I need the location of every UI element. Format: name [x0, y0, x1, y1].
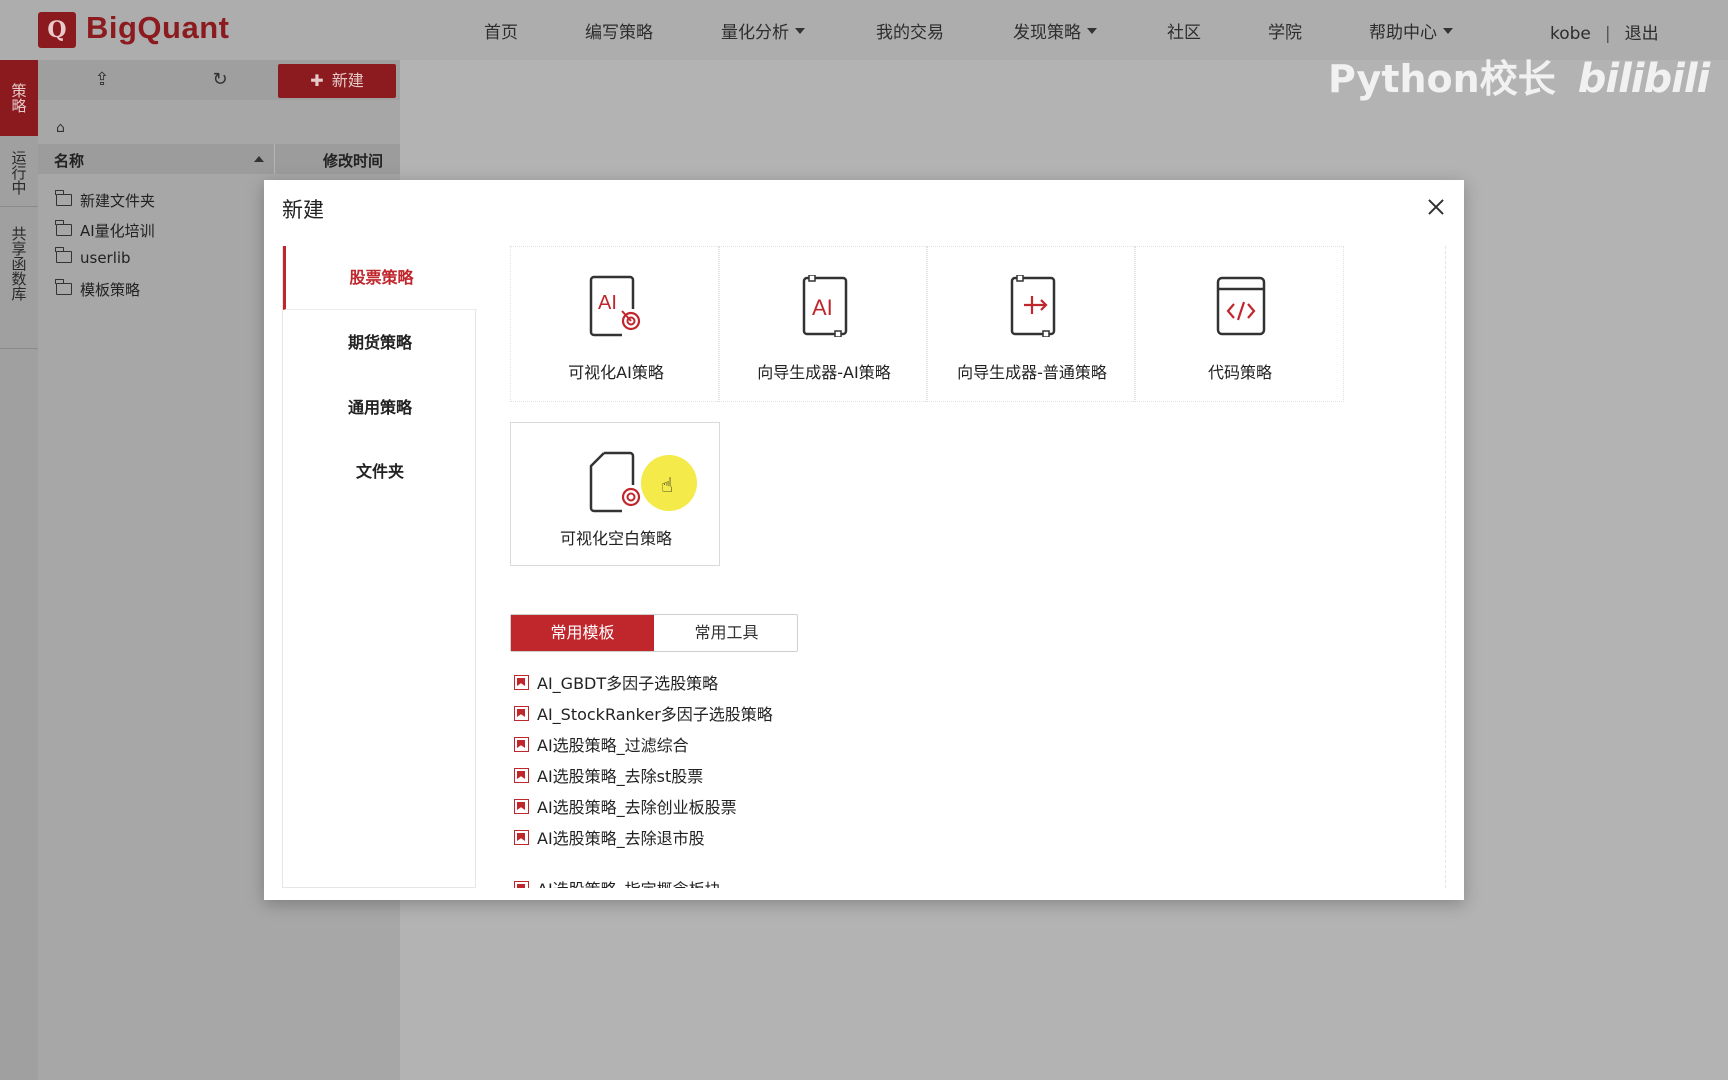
username-link[interactable]: kobe — [1550, 24, 1591, 44]
file-row[interactable]: userlib — [55, 246, 131, 267]
ai-wizard-icon: AI — [802, 275, 848, 337]
category-folder[interactable]: 文件夹 — [283, 440, 477, 504]
template-item[interactable]: AI选股策略_去除退市股 — [514, 825, 705, 849]
tab-common-templates[interactable]: 常用模板 — [511, 615, 654, 651]
card-visual-ai[interactable]: AI 可视化AI策略 — [510, 246, 720, 402]
svg-text:AI: AI — [598, 292, 617, 314]
new-button[interactable]: ✚ 新建 — [278, 64, 396, 98]
bookmark-icon — [514, 830, 529, 845]
card-visual-blank[interactable]: ☝ 可视化空白策略 — [510, 422, 720, 566]
user-separator: | — [1604, 24, 1611, 44]
user-area: kobe | 退出 — [1550, 19, 1659, 44]
home-icon[interactable]: ⌂ — [56, 120, 65, 136]
file-list-header: 名称 修改时间 — [38, 144, 400, 174]
strategy-content: AI 可视化AI策略 AI 向导生成器-AI策略 向导生成器-普通策略 代码策略… — [510, 246, 1446, 888]
code-icon — [1216, 276, 1266, 336]
close-icon[interactable] — [1424, 196, 1448, 220]
nav-home[interactable]: 首页 — [484, 18, 518, 43]
nav-quant-analysis[interactable]: 量化分析 — [721, 18, 805, 43]
file-row[interactable]: 新建文件夹 — [55, 189, 155, 211]
bookmark-icon — [514, 737, 529, 752]
card-label: 向导生成器-AI策略 — [757, 363, 891, 382]
column-name[interactable]: 名称 — [54, 150, 84, 171]
wizard-icon — [1010, 275, 1056, 337]
card-wizard-normal[interactable]: 向导生成器-普通策略 — [926, 246, 1136, 402]
nav-help-center[interactable]: 帮助中心 — [1369, 18, 1453, 43]
plus-icon: ✚ — [310, 71, 324, 90]
bookmark-icon — [514, 881, 529, 888]
template-item[interactable]: AI_StockRanker多因子选股策略 — [514, 701, 773, 725]
file-row[interactable]: 模板策略 — [55, 278, 140, 300]
template-item[interactable]: AI选股策略_过滤综合 — [514, 732, 689, 756]
tab-divider — [0, 348, 38, 349]
side-tab-shared-lib[interactable]: 共享函数库 — [0, 208, 38, 318]
blank-visual-icon — [589, 451, 641, 513]
category-list: 股票策略 期货策略 通用策略 文件夹 — [282, 246, 477, 888]
nav-my-trades[interactable]: 我的交易 — [876, 18, 944, 43]
bookmark-icon — [514, 799, 529, 814]
upload-icon[interactable]: ⇪ — [82, 66, 122, 94]
svg-text:AI: AI — [812, 295, 833, 320]
refresh-icon[interactable]: ↻ — [200, 66, 240, 94]
card-label: 可视化AI策略 — [568, 363, 664, 382]
card-label: 向导生成器-普通策略 — [957, 363, 1107, 382]
category-stock[interactable]: 股票策略 — [283, 246, 477, 310]
sort-asc-icon[interactable] — [254, 156, 264, 162]
video-watermark: Python校长 bilibili — [1328, 56, 1711, 102]
side-tab-running[interactable]: 运行中 — [0, 138, 38, 206]
chevron-down-icon — [1087, 28, 1097, 34]
card-wizard-ai[interactable]: AI 向导生成器-AI策略 — [718, 246, 928, 402]
template-item[interactable]: AI选股策略_指定概念板块 — [514, 876, 721, 888]
folder-icon — [55, 219, 72, 236]
card-label: 代码策略 — [1207, 363, 1272, 382]
side-tab-strategy[interactable]: 策略 — [0, 60, 38, 136]
column-divider — [274, 144, 275, 174]
chevron-down-icon — [795, 28, 805, 34]
new-strategy-dialog: 新建 股票策略 期货策略 通用策略 文件夹 AI 可视化AI策略 AI 向导生成… — [264, 180, 1464, 900]
card-label: 可视化空白策略 — [559, 529, 672, 548]
chevron-down-icon — [1443, 28, 1453, 34]
folder-icon — [55, 189, 72, 206]
tab-divider — [0, 206, 38, 207]
bookmark-icon — [514, 706, 529, 721]
template-tabs: 常用模板 常用工具 — [510, 614, 798, 652]
bilibili-logo: bilibili — [1577, 56, 1711, 102]
column-modified[interactable]: 修改时间 — [323, 150, 383, 171]
file-toolbar: ⇪ ↻ ✚ 新建 — [38, 60, 400, 100]
bookmark-icon — [514, 675, 529, 690]
hand-cursor-icon: ☝ — [661, 473, 674, 497]
nav-community[interactable]: 社区 — [1167, 18, 1201, 43]
bookmark-icon — [514, 768, 529, 783]
nav-academy[interactable]: 学院 — [1268, 18, 1302, 43]
template-item[interactable]: AI选股策略_去除st股票 — [514, 763, 703, 787]
template-item[interactable]: AI选股策略_去除创业板股票 — [514, 794, 737, 818]
category-futures[interactable]: 期货策略 — [283, 311, 477, 375]
nav-discover-strategy[interactable]: 发现策略 — [1013, 18, 1097, 43]
ai-visual-icon: AI — [589, 275, 641, 337]
file-row[interactable]: AI量化培训 — [55, 219, 155, 241]
dialog-title: 新建 — [282, 198, 324, 222]
category-general[interactable]: 通用策略 — [283, 376, 477, 440]
card-code[interactable]: 代码策略 — [1134, 246, 1344, 402]
folder-icon — [55, 278, 72, 295]
folder-icon — [55, 246, 72, 263]
side-tab-bar: 策略 运行中 共享函数库 — [0, 60, 38, 1080]
template-item[interactable]: AI_GBDT多因子选股策略 — [514, 670, 718, 694]
nav-write-strategy[interactable]: 编写策略 — [585, 18, 653, 43]
tab-common-tools[interactable]: 常用工具 — [655, 615, 798, 651]
logout-link[interactable]: 退出 — [1625, 24, 1659, 44]
